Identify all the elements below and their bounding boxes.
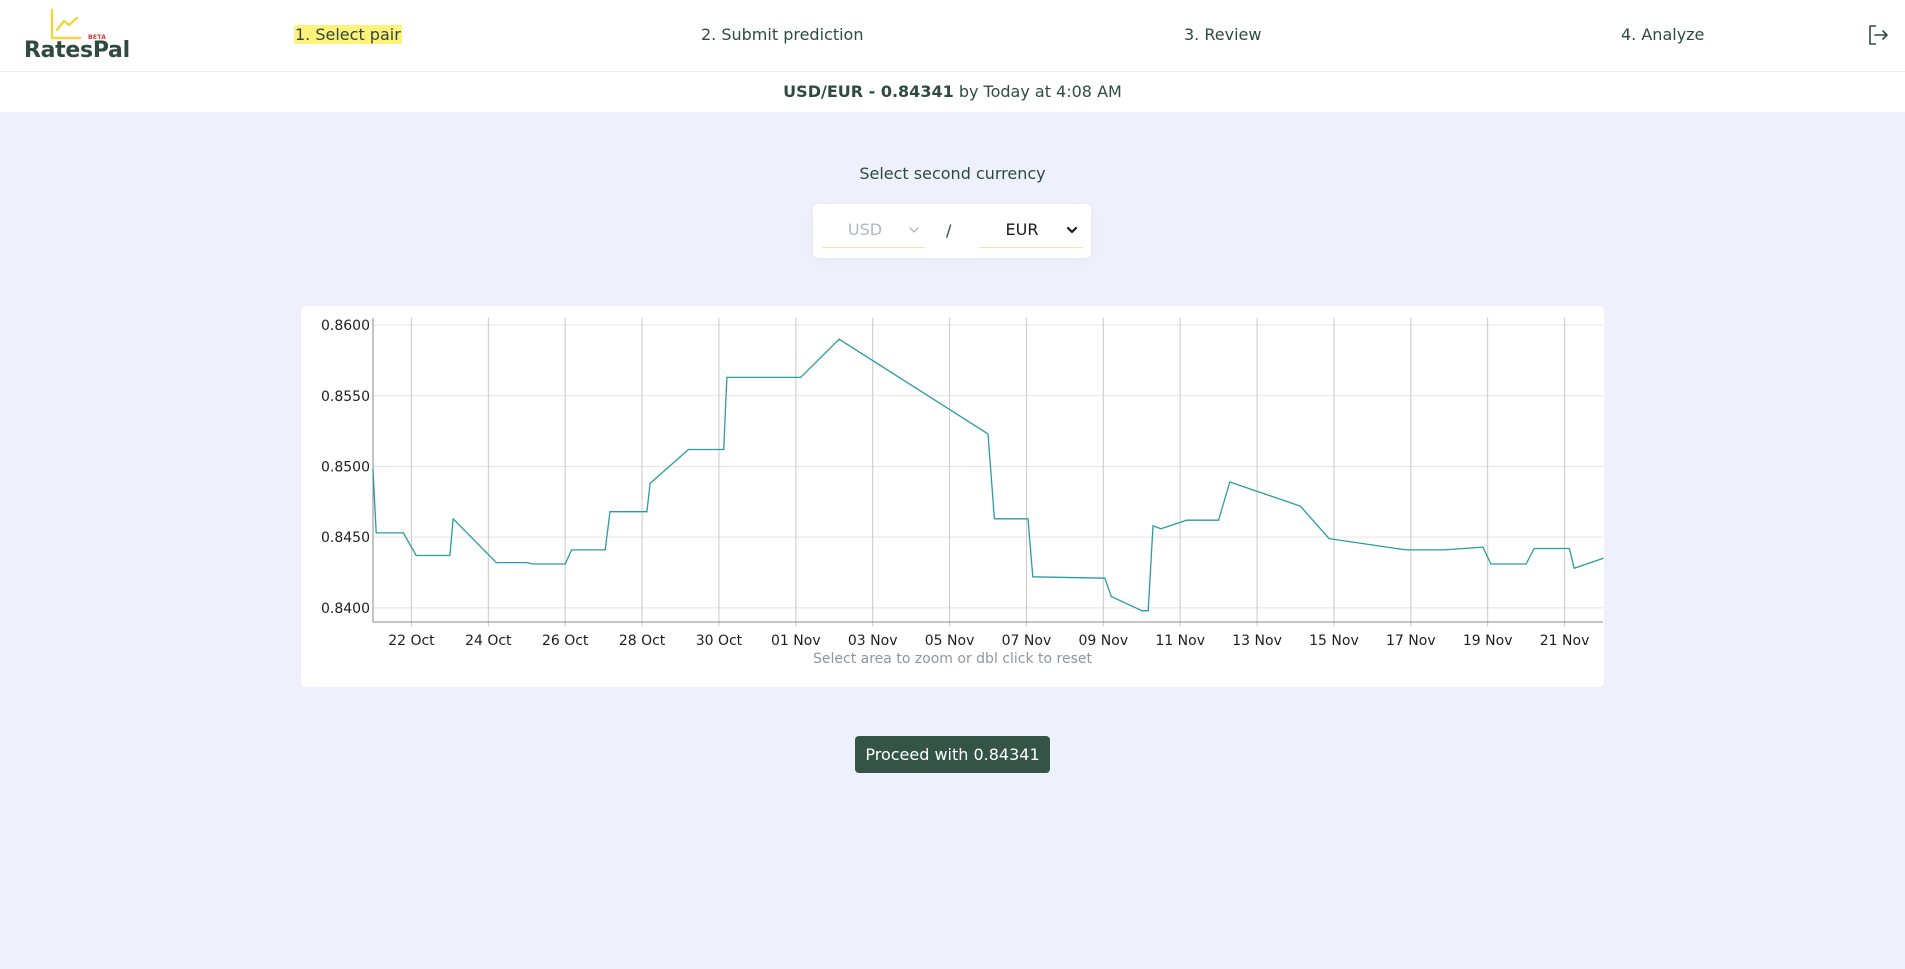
x-tick-label: 11 Nov [1155, 633, 1205, 646]
y-tick-label: 0.8450 [321, 530, 370, 546]
rate-point [649, 482, 651, 484]
step-label: 4. Analyze [1621, 25, 1705, 44]
x-tick-label: 17 Nov [1386, 633, 1436, 646]
rate-point [1443, 549, 1445, 551]
step-review[interactable]: 3. Review [1184, 25, 1261, 44]
x-tick-label: 13 Nov [1232, 633, 1282, 646]
y-tick-label: 0.8600 [321, 318, 370, 334]
proceed-button[interactable]: Proceed with 0.84341 [855, 736, 1050, 773]
x-tick-label: 28 Oct [619, 633, 666, 646]
base-currency-value: USD [847, 220, 883, 239]
rate-point [1104, 577, 1106, 579]
rate-point [1299, 505, 1301, 507]
x-tick-label: 22 Oct [388, 633, 435, 646]
rate-point [571, 549, 573, 551]
rate-point [1525, 563, 1527, 565]
rate-point [1218, 519, 1220, 521]
rate-point [1482, 546, 1484, 548]
rate-point [1152, 525, 1154, 527]
rate-timestamp: by Today at 4:08 AM [958, 82, 1122, 101]
app-name: RatesPal [24, 38, 130, 63]
rate-point [687, 448, 690, 451]
step-analyze[interactable]: 4. Analyze [1621, 25, 1704, 44]
base-currency-select[interactable]: USD [822, 214, 925, 248]
x-tick-label: 26 Oct [542, 633, 589, 646]
rate-point [449, 554, 451, 557]
ratespal-logo[interactable]: BETA RatesPal [22, 8, 130, 64]
y-tick-label: 0.8400 [321, 601, 370, 617]
x-tick-label: 07 Nov [1002, 633, 1052, 646]
rate-point [1186, 519, 1188, 521]
x-tick-label: 05 Nov [925, 633, 975, 646]
rate-point [993, 518, 996, 520]
quote-currency-value: EUR [1005, 220, 1039, 239]
rate-point [1568, 547, 1570, 550]
rate-history-chart[interactable]: 0.8400 0.8450 0.8500 0.8550 0.8600 22 Oct 24 O… [301, 306, 1604, 646]
rate-point [1027, 518, 1029, 520]
logout-icon[interactable] [1866, 23, 1890, 47]
rate-point [415, 554, 417, 557]
rate-chart-card: 0.8400 0.8450 0.8500 0.8550 0.8600 22 Oct 24 O… [301, 306, 1604, 687]
pair-separator: / [946, 221, 952, 240]
x-tick-label: 15 Nov [1309, 633, 1359, 646]
rate-point [372, 468, 374, 470]
rate-point [800, 376, 802, 378]
y-tick-label: 0.8550 [321, 389, 370, 405]
x-tick-label: 03 Nov [848, 633, 898, 646]
x-tick-label: 09 Nov [1079, 633, 1129, 646]
rate-point [1229, 481, 1231, 483]
rate-point [609, 511, 611, 513]
step-label: 3. Review [1184, 25, 1262, 44]
rate-point [1160, 528, 1162, 530]
rate-point [1110, 595, 1112, 598]
select-currency-title: Select second currency [859, 164, 1046, 183]
rate-point [1141, 610, 1143, 612]
rate-point [987, 433, 989, 435]
rate-point [646, 511, 648, 513]
rate-point [726, 376, 728, 378]
currency-pair-selector: USD / EUR [813, 204, 1091, 258]
x-tick-label: 30 Oct [696, 633, 743, 646]
rate-point [1147, 610, 1149, 612]
x-tick-label: 24 Oct [465, 633, 512, 646]
rate-point [1533, 547, 1535, 550]
rate-point [452, 518, 454, 520]
x-tick-label: 01 Nov [771, 633, 821, 646]
x-tick-label: 19 Nov [1463, 633, 1513, 646]
rate-point [604, 549, 606, 551]
rate-point [1405, 549, 1407, 551]
rate-point [402, 532, 404, 534]
quote-currency-select[interactable]: EUR [979, 214, 1083, 248]
rate-ticker: USD/EUR - 0.84341 by Today at 4:08 AM [0, 72, 1905, 112]
rate-point [1573, 567, 1575, 569]
step-label: 2. Submit prediction [701, 25, 864, 44]
rate-point [1602, 557, 1604, 559]
step-select-pair[interactable]: 1. Select pair [294, 25, 402, 44]
y-tick-label: 0.8500 [321, 459, 370, 475]
top-bar: BETA RatesPal 1. Select pair 2. Submit p… [0, 0, 1905, 72]
chart-zoom-hint: Select area to zoom or dbl click to rese… [813, 651, 1092, 667]
rate-point [564, 563, 566, 565]
rate-point [375, 532, 377, 534]
rate-point [532, 563, 534, 565]
step-submit-prediction[interactable]: 2. Submit prediction [701, 25, 863, 44]
rate-point [1490, 563, 1492, 565]
rate-point [838, 338, 840, 340]
x-tick-label: 21 Nov [1540, 633, 1590, 646]
rate-point [723, 448, 725, 451]
rate-series-line [372, 338, 1604, 612]
chevron-down-icon [909, 227, 919, 233]
chevron-down-icon [1066, 226, 1078, 234]
rate-point [495, 562, 497, 564]
step-label: 1. Select pair [294, 25, 402, 44]
rate-point [526, 562, 528, 564]
rate-point [1328, 538, 1330, 540]
pair-rate: USD/EUR - 0.84341 [783, 82, 954, 101]
rate-point [1032, 576, 1034, 578]
